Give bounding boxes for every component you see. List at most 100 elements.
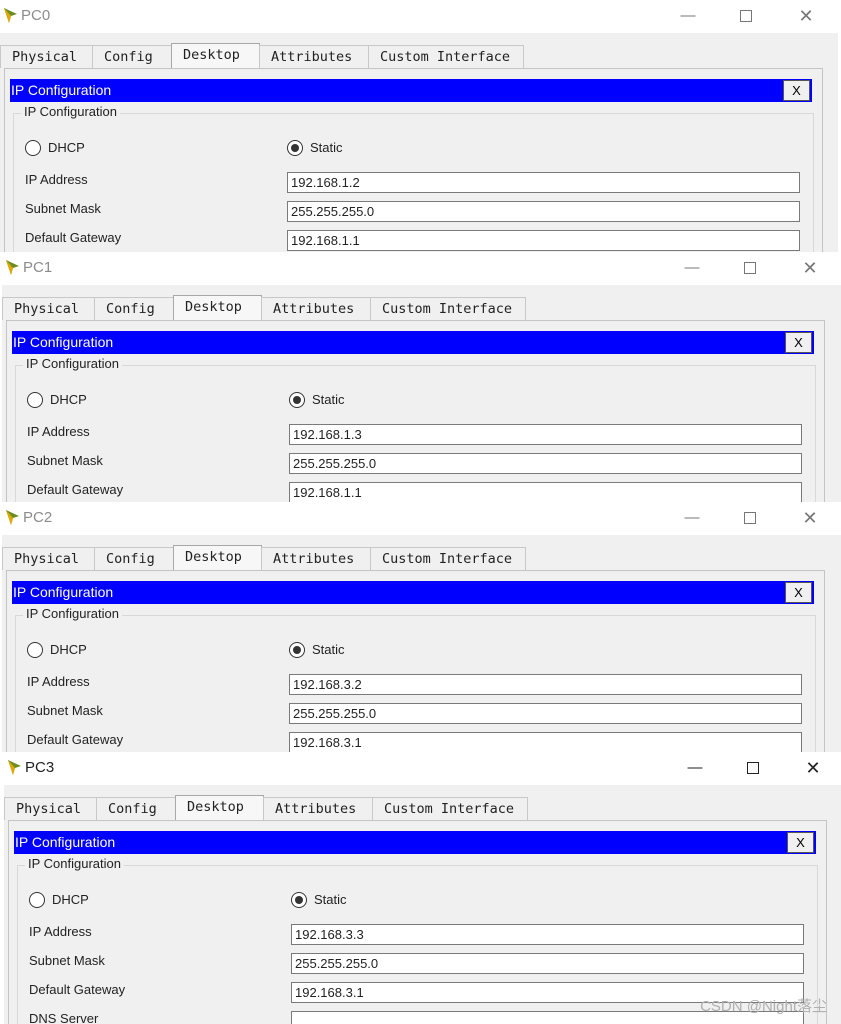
group-label: IP Configuration [23, 606, 122, 621]
maximize-button[interactable] [736, 506, 764, 530]
ip-config-group: IP Configuration DHCP Static IP Address … [13, 104, 814, 252]
minimize-button[interactable]: — [681, 756, 709, 780]
tab-custom-interface[interactable]: Custom Interface [368, 45, 524, 68]
subnet-mask-field[interactable]: 255.255.255.0 [287, 201, 800, 222]
tab-desktop[interactable]: Desktop [171, 43, 260, 68]
ip-config-close-button[interactable]: X [785, 332, 812, 353]
tab-physical[interactable]: Physical [0, 45, 93, 68]
default-gateway-label: Default Gateway [25, 230, 122, 245]
subnet-mask-label: Subnet Mask [25, 201, 101, 216]
tab-desktop[interactable]: Desktop [173, 295, 262, 320]
close-window-button[interactable]: ✕ [799, 756, 827, 780]
window-title: PC3 [25, 759, 55, 776]
minimize-button[interactable]: — [678, 256, 706, 280]
subnet-mask-label: Subnet Mask [27, 453, 103, 468]
ip-config-title: IP Configuration [11, 82, 112, 98]
dhcp-label: DHCP [52, 892, 89, 907]
close-window-button[interactable]: ✕ [796, 256, 824, 280]
window-title: PC2 [23, 509, 53, 526]
group-label: IP Configuration [21, 104, 120, 119]
tab-custom-interface[interactable]: Custom Interface [370, 547, 526, 570]
tab-attributes[interactable]: Attributes [263, 797, 373, 820]
dhcp-radio[interactable] [27, 392, 43, 408]
maximize-button[interactable] [732, 4, 760, 28]
window-title: PC0 [21, 7, 51, 24]
default-gateway-field[interactable]: 192.168.1.1 [289, 482, 802, 502]
tab-config[interactable]: Config [94, 297, 174, 320]
dhcp-label: DHCP [48, 140, 85, 155]
pc1-window: PC1 — ✕ Physical Config Desktop Attribut… [2, 252, 841, 502]
tab-physical[interactable]: Physical [2, 547, 95, 570]
default-gateway-field[interactable]: 192.168.3.1 [289, 732, 802, 752]
static-radio[interactable] [287, 140, 303, 156]
static-label: Static [310, 140, 343, 155]
tab-desktop[interactable]: Desktop [175, 795, 264, 820]
dhcp-label: DHCP [50, 642, 87, 657]
title-bar[interactable]: PC3 — ✕ [4, 752, 841, 785]
maximize-button[interactable] [736, 256, 764, 280]
ip-config-title: IP Configuration [13, 334, 114, 350]
static-radio[interactable] [289, 642, 305, 658]
static-radio[interactable] [291, 892, 307, 908]
ip-address-label: IP Address [27, 424, 90, 439]
pc3-window: PC3 — ✕ Physical Config Desktop Attribut… [4, 752, 841, 1024]
packet-tracer-icon [8, 760, 21, 775]
ip-config-group: IP Configuration DHCP Static IP Address … [17, 856, 818, 1024]
tab-attributes[interactable]: Attributes [259, 45, 369, 68]
title-bar[interactable]: PC1 — ✕ [2, 252, 841, 285]
packet-tracer-icon [6, 510, 19, 525]
group-label: IP Configuration [23, 356, 122, 371]
packet-tracer-icon [4, 8, 17, 23]
tab-bar: Physical Config Desktop Attributes Custo… [2, 295, 526, 320]
tab-attributes[interactable]: Attributes [261, 547, 371, 570]
dhcp-radio[interactable] [27, 642, 43, 658]
tab-desktop[interactable]: Desktop [173, 545, 262, 570]
window-title: PC1 [23, 259, 53, 276]
ip-config-close-button[interactable]: X [785, 582, 812, 603]
tab-custom-interface[interactable]: Custom Interface [372, 797, 528, 820]
dhcp-label: DHCP [50, 392, 87, 407]
tab-custom-interface[interactable]: Custom Interface [370, 297, 526, 320]
ip-address-field[interactable]: 192.168.1.3 [289, 424, 802, 445]
ip-config-group: IP Configuration DHCP Static IP Address … [15, 356, 816, 502]
default-gateway-label: Default Gateway [27, 482, 124, 497]
ip-address-field[interactable]: 192.168.3.3 [291, 924, 804, 945]
ip-config-header: IP Configuration X [10, 79, 812, 102]
tab-config[interactable]: Config [94, 547, 174, 570]
subnet-mask-field[interactable]: 255.255.255.0 [291, 953, 804, 974]
static-radio[interactable] [289, 392, 305, 408]
ip-address-label: IP Address [29, 924, 92, 939]
ip-config-title: IP Configuration [15, 834, 116, 850]
tab-attributes[interactable]: Attributes [261, 297, 371, 320]
maximize-button[interactable] [739, 756, 767, 780]
ip-config-header: IP Configuration X [14, 831, 816, 854]
title-bar[interactable]: PC2 — ✕ [2, 502, 841, 535]
static-label: Static [312, 642, 345, 657]
ip-config-close-button[interactable]: X [787, 832, 814, 853]
ip-config-header: IP Configuration X [12, 331, 814, 354]
title-bar[interactable]: PC0 — ✕ [0, 0, 838, 33]
close-window-button[interactable]: ✕ [796, 506, 824, 530]
dhcp-radio[interactable] [29, 892, 45, 908]
subnet-mask-field[interactable]: 255.255.255.0 [289, 453, 802, 474]
default-gateway-field[interactable]: 192.168.1.1 [287, 230, 800, 251]
static-label: Static [312, 392, 345, 407]
minimize-button[interactable]: — [678, 506, 706, 530]
close-window-button[interactable]: ✕ [792, 4, 820, 28]
tab-physical[interactable]: Physical [4, 797, 97, 820]
group-label: IP Configuration [25, 856, 124, 871]
dhcp-radio[interactable] [25, 140, 41, 156]
ip-config-group: IP Configuration DHCP Static IP Address … [15, 606, 816, 752]
tab-physical[interactable]: Physical [2, 297, 95, 320]
ip-address-label: IP Address [25, 172, 88, 187]
tab-bar: Physical Config Desktop Attributes Custo… [2, 545, 526, 570]
default-gateway-label: Default Gateway [29, 982, 126, 997]
ip-address-field[interactable]: 192.168.3.2 [289, 674, 802, 695]
ip-config-close-button[interactable]: X [783, 80, 810, 101]
tab-config[interactable]: Config [96, 797, 176, 820]
dns-server-label: DNS Server [29, 1011, 99, 1024]
minimize-button[interactable]: — [674, 4, 702, 28]
subnet-mask-field[interactable]: 255.255.255.0 [289, 703, 802, 724]
tab-config[interactable]: Config [92, 45, 172, 68]
ip-address-field[interactable]: 192.168.1.2 [287, 172, 800, 193]
